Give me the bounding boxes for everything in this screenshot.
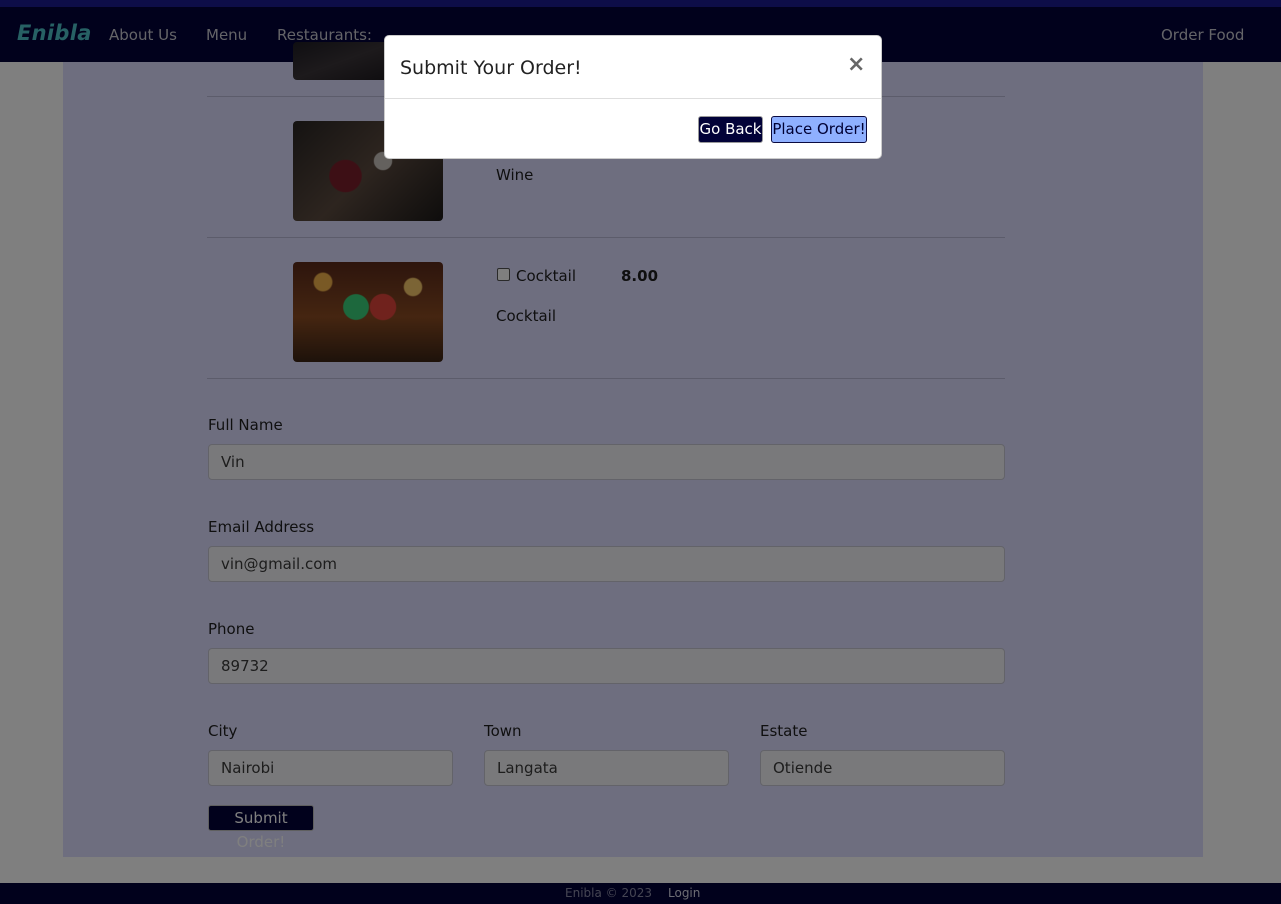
close-icon[interactable]: × <box>847 54 865 76</box>
submit-order-modal: Submit Your Order! × Go Back Place Order… <box>384 35 882 159</box>
go-back-button[interactable]: Go Back <box>698 116 763 143</box>
place-order-button[interactable]: Place Order! <box>771 116 867 143</box>
modal-divider <box>385 98 881 99</box>
modal-title: Submit Your Order! <box>400 57 582 79</box>
